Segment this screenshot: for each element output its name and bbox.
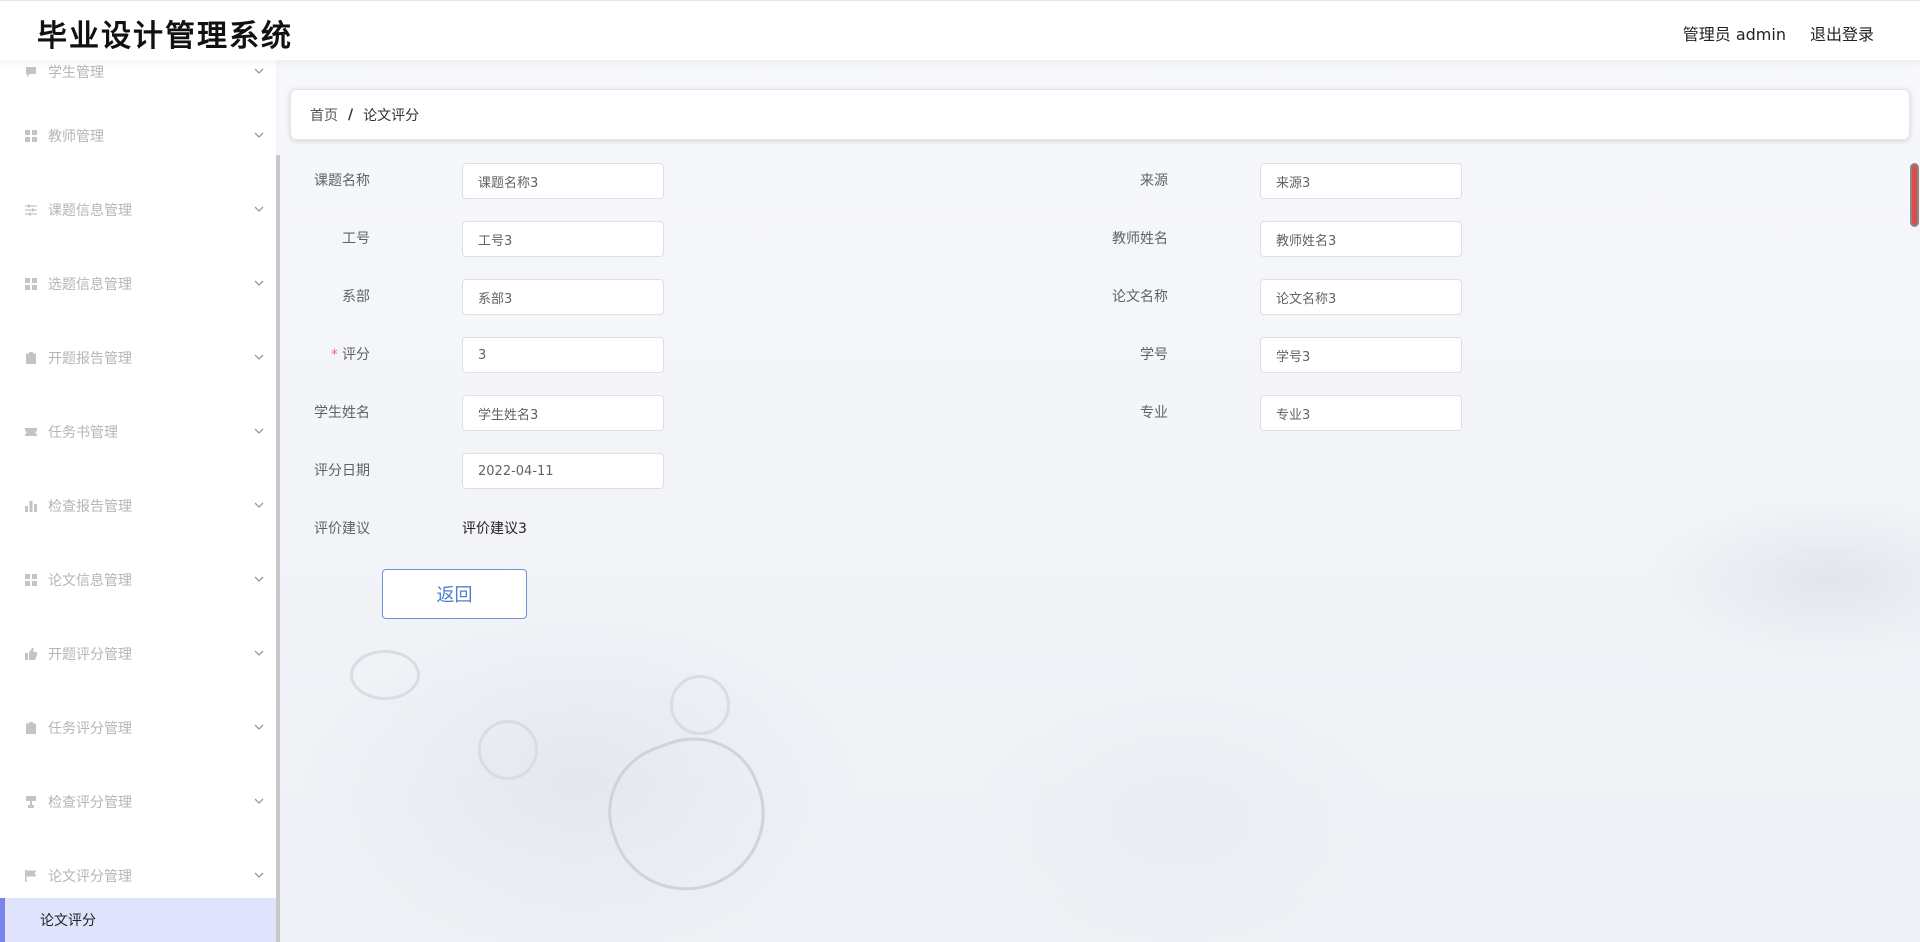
- sidebar-item-label: 论文评分管理: [48, 869, 132, 885]
- page-scrollbar-thumb[interactable]: [1910, 163, 1919, 227]
- student-name-label: 学生姓名: [314, 405, 370, 421]
- student-no-label: 学号: [1140, 347, 1168, 363]
- grid-icon: [24, 129, 38, 143]
- sidebar-item-label: 学生管理: [48, 65, 104, 81]
- sidebar-item-label: 课题信息管理: [48, 203, 132, 219]
- source-input[interactable]: [1260, 163, 1462, 199]
- ticket-icon: [24, 425, 38, 439]
- chevron-down-icon: [254, 428, 264, 434]
- sidebar-item-label: 教师管理: [48, 129, 104, 145]
- score-date-label: 评分日期: [314, 463, 370, 479]
- department-input[interactable]: [462, 279, 664, 315]
- sidebar-subitem-label: 论文评分: [40, 913, 96, 929]
- decor-ring: [670, 675, 730, 735]
- app-title: 毕业设计管理系统: [37, 19, 293, 54]
- sidebar-item-proposal-score[interactable]: 开题评分管理: [0, 634, 276, 674]
- sidebar-item-check-score[interactable]: 检查评分管理: [0, 782, 276, 822]
- source-label: 来源: [1140, 173, 1168, 189]
- chevron-down-icon: [254, 280, 264, 286]
- flag-icon: [24, 869, 38, 883]
- sidebar-item-task-score[interactable]: 任务评分管理: [0, 708, 276, 748]
- back-button[interactable]: 返回: [382, 569, 527, 619]
- sidebar-item-topic-info[interactable]: 课题信息管理: [0, 190, 276, 230]
- staff-no-input[interactable]: [462, 221, 664, 257]
- chevron-down-icon: [254, 872, 264, 878]
- sidebar-item-check-report[interactable]: 检查报告管理: [0, 486, 276, 526]
- major-label: 专业: [1140, 405, 1168, 421]
- decor-drop: [589, 718, 786, 912]
- sidebar: 学生管理 教师管理 课题信息管理 选题信息管理 开题报告管理 任务书管理 检查报…: [0, 52, 276, 942]
- teacher-name-label: 教师姓名: [1112, 231, 1168, 247]
- top-header: 毕业设计管理系统 管理员 admin 退出登录: [0, 0, 1920, 60]
- score-input[interactable]: [462, 337, 664, 373]
- sidebar-item-thesis-score[interactable]: 论文评分管理: [0, 856, 276, 896]
- header-actions: 管理员 admin 退出登录: [1683, 21, 1874, 45]
- decor-ring: [350, 650, 420, 700]
- chevron-down-icon: [254, 206, 264, 212]
- suggestion-label: 评价建议: [314, 521, 370, 537]
- logout-link[interactable]: 退出登录: [1810, 21, 1874, 45]
- chevron-down-icon: [254, 132, 264, 138]
- sidebar-item-teacher[interactable]: 教师管理: [0, 116, 276, 156]
- sidebar-item-topic-selection[interactable]: 选题信息管理: [0, 264, 276, 304]
- thumb-up-icon: [24, 647, 38, 661]
- chevron-down-icon: [254, 354, 264, 360]
- grid-icon: [24, 573, 38, 587]
- suggestion-value: 评价建议3: [462, 521, 527, 537]
- grid-icon: [24, 277, 38, 291]
- score-label-text: 评分: [342, 347, 370, 363]
- thesis-name-input[interactable]: [1260, 279, 1462, 315]
- breadcrumb-home-link[interactable]: 首页: [310, 105, 338, 125]
- student-no-input[interactable]: [1260, 337, 1462, 373]
- course-name-label: 课题名称: [314, 173, 370, 189]
- bar-chart-icon: [24, 499, 38, 513]
- chevron-down-icon: [254, 68, 264, 74]
- breadcrumb: 首页 / 论文评分: [290, 89, 1910, 140]
- current-user[interactable]: 管理员 admin: [1683, 21, 1786, 45]
- thesis-name-label: 论文名称: [1112, 289, 1168, 305]
- chevron-down-icon: [254, 798, 264, 804]
- clipboard-icon: [24, 351, 38, 365]
- sidebar-item-label: 任务书管理: [48, 425, 118, 441]
- major-input[interactable]: [1260, 395, 1462, 431]
- sidebar-item-label: 检查评分管理: [48, 795, 132, 811]
- message-icon: [24, 65, 38, 79]
- staff-no-label: 工号: [342, 231, 370, 247]
- chevron-down-icon: [254, 650, 264, 656]
- sidebar-subitem-thesis-score[interactable]: 论文评分: [0, 898, 276, 942]
- decor-ring: [478, 720, 538, 780]
- chevron-down-icon: [254, 502, 264, 508]
- student-name-input[interactable]: [462, 395, 664, 431]
- breadcrumb-current: 论文评分: [363, 107, 420, 124]
- teacher-name-input[interactable]: [1260, 221, 1462, 257]
- chevron-down-icon: [254, 576, 264, 582]
- sidebar-item-label: 选题信息管理: [48, 277, 132, 293]
- required-mark: *: [331, 347, 338, 363]
- sidebar-item-label: 开题报告管理: [48, 351, 132, 367]
- chevron-down-icon: [254, 724, 264, 730]
- clipboard-icon: [24, 721, 38, 735]
- sidebar-item-label: 开题评分管理: [48, 647, 132, 663]
- course-name-input[interactable]: [462, 163, 664, 199]
- department-label: 系部: [342, 289, 370, 305]
- sidebar-item-label: 任务评分管理: [48, 721, 132, 737]
- sidebar-item-thesis-info[interactable]: 论文信息管理: [0, 560, 276, 600]
- score-label: * 评分: [298, 337, 370, 373]
- sidebar-item-proposal-report[interactable]: 开题报告管理: [0, 338, 276, 378]
- sidebar-item-task-book[interactable]: 任务书管理: [0, 412, 276, 452]
- score-date-input[interactable]: [462, 453, 664, 489]
- sidebar-item-label: 检查报告管理: [48, 499, 132, 515]
- sidebar-item-label: 论文信息管理: [48, 573, 132, 589]
- breadcrumb-separator: /: [348, 106, 354, 123]
- trophy-icon: [24, 795, 38, 809]
- sidebar-scrollbar[interactable]: [276, 155, 280, 942]
- sliders-icon: [24, 203, 38, 217]
